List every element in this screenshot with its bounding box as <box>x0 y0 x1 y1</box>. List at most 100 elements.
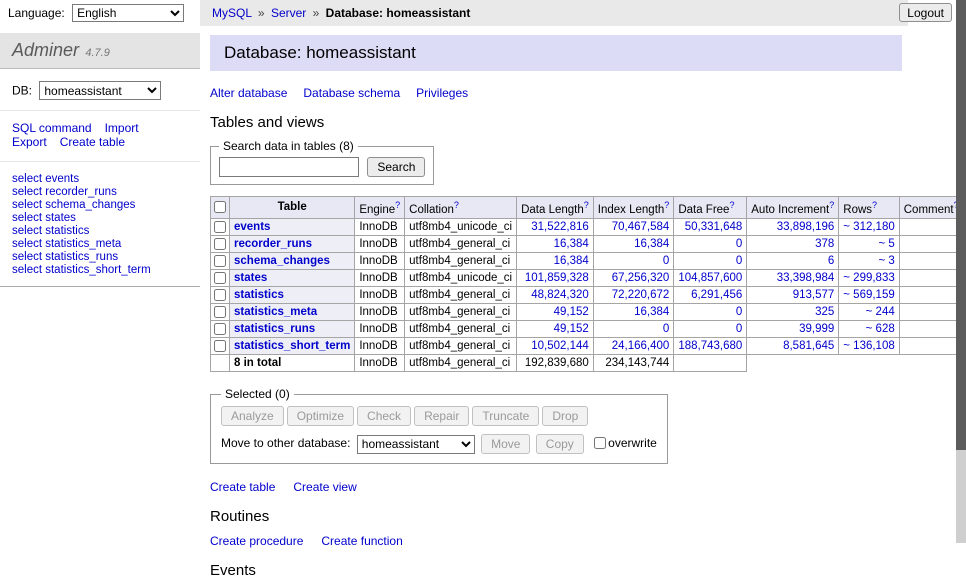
rows-link[interactable]: ~ 628 <box>866 323 895 335</box>
rows-link[interactable]: ~ 569,159 <box>843 289 894 301</box>
row-checkbox[interactable] <box>214 238 226 250</box>
create-link[interactable]: Create view <box>293 480 356 494</box>
rows-link[interactable]: ~ 299,833 <box>843 272 894 284</box>
auto-increment-link[interactable]: 378 <box>815 238 834 250</box>
data-length-link[interactable]: 16,384 <box>554 255 589 267</box>
sidebar-table-link[interactable]: select statistics <box>12 225 188 238</box>
row-checkbox[interactable] <box>214 272 226 284</box>
rows-link[interactable]: ~ 244 <box>866 306 895 318</box>
db-action-link[interactable]: Alter database <box>210 86 287 100</box>
table-link[interactable]: statistics <box>234 289 284 301</box>
rows-link[interactable]: ~ 5 <box>878 238 894 250</box>
data-free-link[interactable]: 0 <box>736 323 742 335</box>
sidebar-table-link[interactable]: select recorder_runs <box>12 186 188 199</box>
sidebar-link[interactable]: Export <box>12 135 47 149</box>
auto-increment-link[interactable]: 6 <box>828 255 834 267</box>
db-action-link[interactable]: Database schema <box>303 86 400 100</box>
scrollbar-thumb[interactable] <box>956 0 966 450</box>
data-length-link[interactable]: 48,824,320 <box>531 289 589 301</box>
auto-increment-link[interactable]: 33,898,196 <box>777 221 835 233</box>
row-checkbox[interactable] <box>214 323 226 335</box>
index-length-link[interactable]: 0 <box>663 255 669 267</box>
index-length-link[interactable]: 70,467,584 <box>612 221 670 233</box>
vertical-scrollbar[interactable] <box>956 0 966 543</box>
row-checkbox[interactable] <box>214 340 226 352</box>
data-length-link[interactable]: 16,384 <box>554 238 589 250</box>
logout-button[interactable]: Logout <box>899 3 952 22</box>
index-length-link[interactable]: 0 <box>663 323 669 335</box>
select-all-checkbox[interactable] <box>214 201 226 213</box>
rows-link[interactable]: ~ 3 <box>878 255 894 267</box>
overwrite-option[interactable]: overwrite <box>593 436 657 450</box>
routine-link[interactable]: Create procedure <box>210 534 303 548</box>
move-button[interactable]: Move <box>481 434 530 454</box>
data-length-link[interactable]: 49,152 <box>554 306 589 318</box>
copy-button[interactable]: Copy <box>536 434 584 454</box>
help-icon[interactable]: ? <box>872 200 877 210</box>
table-link[interactable]: states <box>234 272 267 284</box>
sidebar-table-link[interactable]: select states <box>12 212 188 225</box>
truncate-button[interactable]: Truncate <box>472 406 539 426</box>
data-free-link[interactable]: 104,857,600 <box>678 272 742 284</box>
data-free-link[interactable]: 6,291,456 <box>691 289 742 301</box>
auto-increment-link[interactable]: 33,398,984 <box>777 272 835 284</box>
row-checkbox[interactable] <box>214 306 226 318</box>
sidebar-link[interactable]: Import <box>105 121 139 135</box>
table-link[interactable]: recorder_runs <box>234 238 312 250</box>
table-link[interactable]: statistics_short_term <box>234 340 350 352</box>
row-checkbox[interactable] <box>214 221 226 233</box>
sidebar-table-link[interactable]: select statistics_runs <box>12 251 188 264</box>
move-db-select[interactable]: homeassistant <box>357 435 475 454</box>
help-icon[interactable]: ? <box>664 200 669 210</box>
auto-increment-link[interactable]: 39,999 <box>799 323 834 335</box>
auto-increment-link[interactable]: 913,577 <box>793 289 835 301</box>
auto-increment-link[interactable]: 8,581,645 <box>783 340 834 352</box>
index-length-link[interactable]: 67,256,320 <box>612 272 670 284</box>
app-logo-link[interactable]: Adminer <box>12 40 79 60</box>
drop-button[interactable]: Drop <box>542 406 588 426</box>
data-free-link[interactable]: 50,331,648 <box>685 221 743 233</box>
help-icon[interactable]: ? <box>729 200 734 210</box>
sidebar-table-link[interactable]: select statistics_meta <box>12 238 188 251</box>
data-length-link[interactable]: 101,859,328 <box>525 272 589 284</box>
help-icon[interactable]: ? <box>584 200 589 210</box>
data-free-link[interactable]: 188,743,680 <box>678 340 742 352</box>
sidebar-table-link[interactable]: select schema_changes <box>12 199 188 212</box>
row-checkbox[interactable] <box>214 255 226 267</box>
table-link[interactable]: events <box>234 221 270 233</box>
sidebar-link[interactable]: Create table <box>60 135 125 149</box>
rows-link[interactable]: ~ 136,108 <box>843 340 894 352</box>
auto-increment-link[interactable]: 325 <box>815 306 834 318</box>
index-length-link[interactable]: 24,166,400 <box>612 340 670 352</box>
row-checkbox[interactable] <box>214 289 226 301</box>
rows-link[interactable]: ~ 312,180 <box>843 221 894 233</box>
sidebar-link[interactable]: SQL command <box>12 121 92 135</box>
table-link[interactable]: statistics_runs <box>234 323 315 335</box>
table-link[interactable]: statistics_meta <box>234 306 317 318</box>
search-input[interactable] <box>219 157 359 177</box>
breadcrumb-server-link[interactable]: Server <box>271 6 306 20</box>
help-icon[interactable]: ? <box>395 200 400 210</box>
data-length-link[interactable]: 49,152 <box>554 323 589 335</box>
optimize-button[interactable]: Optimize <box>287 406 354 426</box>
create-link[interactable]: Create table <box>210 480 275 494</box>
data-length-link[interactable]: 10,502,144 <box>531 340 589 352</box>
data-free-link[interactable]: 0 <box>736 238 742 250</box>
help-icon[interactable]: ? <box>454 200 459 210</box>
data-free-link[interactable]: 0 <box>736 306 742 318</box>
check-button[interactable]: Check <box>357 406 411 426</box>
overwrite-checkbox[interactable] <box>594 437 606 449</box>
analyze-button[interactable]: Analyze <box>221 406 284 426</box>
index-length-link[interactable]: 16,384 <box>634 238 669 250</box>
search-button[interactable]: Search <box>367 157 425 177</box>
sidebar-table-link[interactable]: select events <box>12 173 188 186</box>
db-action-link[interactable]: Privileges <box>416 86 468 100</box>
table-link[interactable]: schema_changes <box>234 255 330 267</box>
language-select[interactable]: English <box>72 4 184 22</box>
index-length-link[interactable]: 16,384 <box>634 306 669 318</box>
breadcrumb-server-type-link[interactable]: MySQL <box>212 6 252 20</box>
index-length-link[interactable]: 72,220,672 <box>612 289 670 301</box>
routine-link[interactable]: Create function <box>321 534 402 548</box>
db-select[interactable]: homeassistant <box>39 81 161 100</box>
repair-button[interactable]: Repair <box>414 406 469 426</box>
